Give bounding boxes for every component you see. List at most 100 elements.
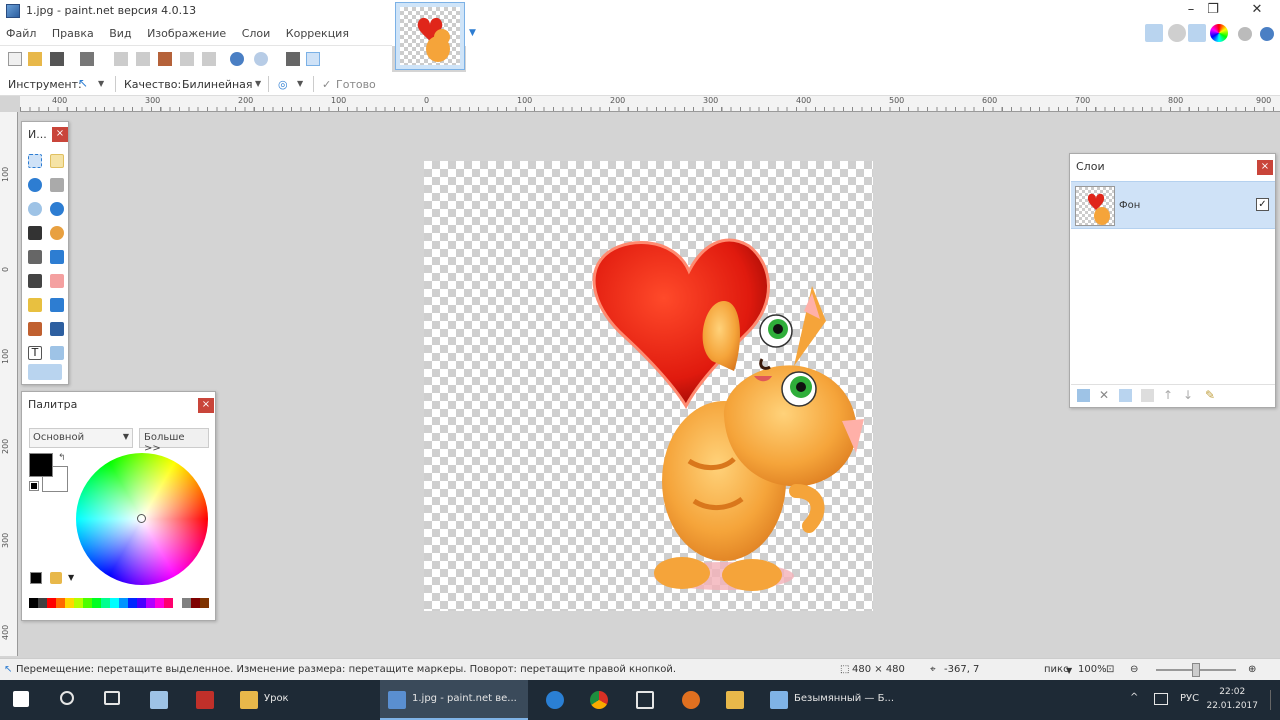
pan-hand-icon[interactable] — [50, 226, 64, 240]
duplicate-layer-icon[interactable] — [1119, 389, 1132, 402]
gradient-icon[interactable] — [50, 250, 64, 264]
grid-icon[interactable] — [286, 52, 300, 66]
close-icon[interactable]: × — [1257, 160, 1273, 175]
taskbar-app-paintnet[interactable]: 1.jpg - paint.net ве... — [380, 680, 528, 720]
rectangle-select-icon[interactable] — [28, 154, 42, 168]
zoom-out-icon[interactable]: ⊖ — [1130, 664, 1138, 675]
paintbrush-icon[interactable] — [28, 274, 42, 288]
palette-swatch[interactable] — [164, 598, 173, 608]
add-layer-icon[interactable] — [1077, 389, 1090, 402]
move-selection-icon[interactable] — [50, 154, 64, 168]
taskbar-app[interactable] — [672, 680, 712, 720]
system-clock[interactable]: 22:02 22.01.2017 — [1206, 685, 1258, 713]
eraser-icon[interactable] — [50, 274, 64, 288]
move-selected-icon[interactable] — [50, 178, 64, 192]
copy-icon[interactable] — [136, 52, 150, 66]
delete-layer-icon[interactable]: ✕ — [1099, 389, 1112, 402]
menu-file[interactable]: Файл — [0, 22, 42, 40]
chevron-down-icon[interactable]: ▼ — [255, 79, 261, 88]
move-layer-up-icon[interactable]: ↑ — [1163, 389, 1176, 402]
close-icon[interactable]: × — [198, 398, 214, 413]
menu-view[interactable]: Вид — [103, 22, 137, 40]
image-tab-thumbnail[interactable] — [395, 2, 465, 70]
more-button[interactable]: Больше >> — [139, 428, 209, 454]
help-icon[interactable] — [1260, 27, 1274, 41]
units-select[interactable]: пикс — [1044, 664, 1069, 675]
color-strip[interactable] — [29, 598, 209, 618]
palette-swatch[interactable] — [200, 598, 209, 608]
chevron-down-icon[interactable]: ▼ — [297, 79, 303, 88]
layer-visibility-checkbox[interactable]: ✓ — [1256, 198, 1269, 211]
taskbar-app-lesson[interactable]: Урок — [232, 680, 372, 720]
open-file-icon[interactable] — [28, 52, 42, 66]
show-desktop-button[interactable] — [1270, 690, 1276, 710]
line-curve-icon[interactable] — [50, 346, 64, 360]
chevron-down-icon[interactable]: ▼ — [68, 573, 74, 582]
palette-swatch[interactable] — [101, 598, 110, 608]
blend-mode-icon[interactable]: ◎ — [278, 78, 288, 91]
palette-swatch[interactable] — [74, 598, 83, 608]
menu-layers[interactable]: Слои — [236, 22, 277, 40]
palette-swatch[interactable] — [182, 598, 191, 608]
palette-folder-icon[interactable] — [50, 572, 62, 584]
ellipse-select-icon[interactable] — [28, 202, 42, 216]
primary-color-swatch[interactable] — [29, 453, 53, 477]
colors-toggle-icon[interactable] — [1210, 24, 1228, 42]
zoom-level[interactable]: 100% — [1078, 664, 1107, 675]
zoom-slider-thumb[interactable] — [1192, 663, 1200, 677]
image-canvas[interactable] — [424, 161, 873, 611]
paint-bucket-icon[interactable] — [28, 250, 42, 264]
move-layer-down-icon[interactable]: ↓ — [1183, 389, 1196, 402]
swap-colors-icon[interactable]: ↰ — [58, 453, 66, 463]
maximize-icon[interactable]: ❐ — [1192, 0, 1234, 22]
chevron-down-icon[interactable]: ▼ — [1066, 666, 1072, 675]
taskbar-app[interactable] — [716, 680, 756, 720]
palette-swatch[interactable] — [119, 598, 128, 608]
settings-gear-icon[interactable] — [1238, 27, 1252, 41]
palette-swatch[interactable] — [191, 598, 200, 608]
color-picker-icon[interactable] — [50, 298, 64, 312]
paste-icon[interactable] — [158, 52, 172, 66]
zoom-in-icon[interactable]: ⊕ — [1248, 664, 1256, 675]
layer-row[interactable]: Фон ✓ — [1071, 181, 1275, 229]
close-icon[interactable]: × — [52, 127, 68, 142]
undo-icon[interactable] — [230, 52, 244, 66]
palette-swatch[interactable] — [83, 598, 92, 608]
merge-layer-icon[interactable] — [1141, 389, 1154, 402]
notification-monitor-icon[interactable] — [1154, 693, 1168, 705]
redo-icon[interactable] — [254, 52, 268, 66]
rulers-toggle-icon[interactable] — [306, 52, 320, 66]
move-tool-icon[interactable]: ↖ — [78, 76, 88, 90]
deselect-icon[interactable] — [202, 52, 216, 66]
menu-edit[interactable]: Правка — [46, 22, 100, 40]
palette-mode-select[interactable]: Основной ▼ — [29, 428, 133, 448]
save-icon[interactable] — [50, 52, 64, 66]
quality-select[interactable]: Билинейная — [182, 78, 253, 91]
task-view-button[interactable] — [92, 680, 132, 720]
palette-swatch[interactable] — [137, 598, 146, 608]
reset-colors-icon[interactable] — [29, 481, 39, 491]
taskbar-app[interactable] — [626, 680, 666, 720]
crop-icon[interactable] — [180, 52, 194, 66]
menu-image[interactable]: Изображение — [141, 22, 232, 40]
taskbar-app[interactable] — [536, 680, 576, 720]
layer-properties-icon[interactable]: ✎ — [1205, 389, 1218, 402]
start-button[interactable] — [0, 680, 44, 720]
finish-check-icon[interactable]: ✓ — [322, 78, 331, 91]
palette-swatch[interactable] — [29, 598, 38, 608]
chevron-up-icon[interactable]: ^ — [1130, 692, 1138, 703]
shapes-icon[interactable] — [28, 364, 62, 380]
palette-swatch[interactable] — [92, 598, 101, 608]
cut-icon[interactable] — [114, 52, 128, 66]
palette-swatch[interactable] — [47, 598, 56, 608]
palette-swatch[interactable] — [155, 598, 164, 608]
search-button[interactable] — [48, 680, 88, 720]
color-wheel-cursor[interactable] — [137, 514, 146, 523]
palette-swatch[interactable] — [173, 598, 182, 608]
chevron-down-icon[interactable]: ▼ — [98, 79, 104, 88]
zoom-fit-icon[interactable]: ⊡ — [1106, 664, 1114, 675]
palette-swatch[interactable] — [110, 598, 119, 608]
palette-swatch[interactable] — [146, 598, 155, 608]
recolor-icon[interactable] — [50, 322, 64, 336]
menu-adjustments[interactable]: Коррекция — [280, 22, 355, 40]
